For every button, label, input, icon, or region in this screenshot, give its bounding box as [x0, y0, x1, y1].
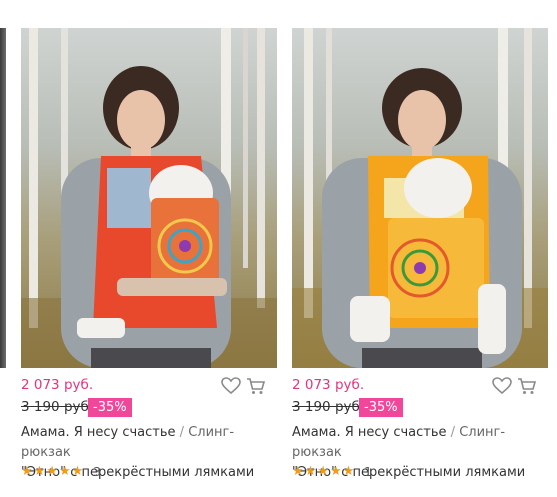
card-actions	[492, 377, 537, 395]
rating: ★★★★★ 3	[21, 464, 101, 479]
heart-icon[interactable]	[492, 377, 512, 395]
title-separator: /	[450, 425, 456, 440]
price: 2 073 руб.	[21, 377, 94, 393]
rating: ★★★★★ 1	[292, 464, 372, 479]
old-price: 3 190 руб.	[292, 399, 365, 415]
discount-badge: -35%	[359, 398, 403, 417]
previous-card-edge	[0, 28, 6, 368]
card-actions	[221, 377, 266, 395]
brand-link[interactable]: Амама. Я несу счастье	[21, 425, 176, 440]
product-photo[interactable]	[292, 28, 548, 368]
heart-icon[interactable]	[221, 377, 241, 395]
product-photo-illustration	[21, 28, 277, 368]
product-card[interactable]: 2 073 руб. 3 190 руб. -35% Амама. Я несу…	[21, 0, 277, 497]
brand-link[interactable]: Амама. Я несу счастье	[292, 425, 447, 440]
star-rating: ★★★★★	[292, 464, 356, 479]
product-photo[interactable]	[21, 28, 277, 368]
cart-icon[interactable]	[517, 377, 537, 395]
review-count[interactable]: 1	[364, 465, 372, 479]
title-separator: /	[179, 425, 185, 440]
discount-badge: -35%	[88, 398, 132, 417]
review-count[interactable]: 3	[93, 465, 101, 479]
star-rating: ★★★★★	[21, 464, 85, 479]
cart-icon[interactable]	[246, 377, 266, 395]
product-card[interactable]: 2 073 руб. 3 190 руб. -35% Амама. Я несу…	[292, 0, 548, 497]
product-photo-illustration	[292, 28, 548, 368]
price: 2 073 руб.	[292, 377, 365, 393]
old-price: 3 190 руб.	[21, 399, 94, 415]
